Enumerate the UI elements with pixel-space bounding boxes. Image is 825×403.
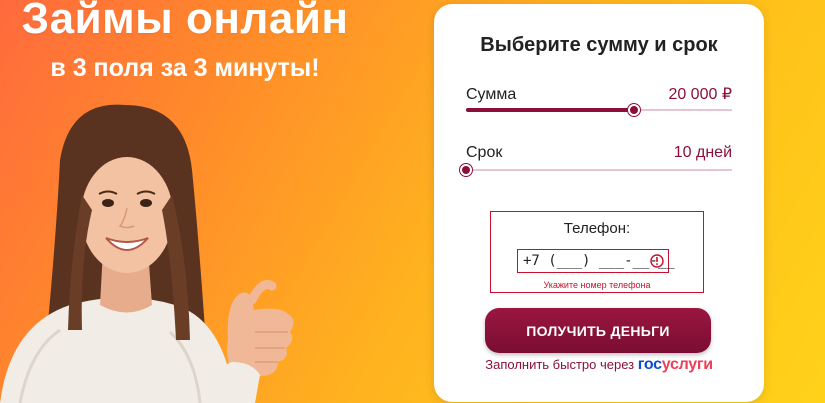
amount-value: 20 000 ₽ [668, 86, 732, 103]
gosuslugi-prefix: Заполнить быстро через [485, 357, 635, 372]
phone-label: Телефон: [563, 220, 631, 237]
term-slider-thumb[interactable] [460, 164, 472, 176]
phone-input[interactable]: +7 (___) ___-__-__ [517, 249, 675, 273]
amount-label: Сумма [466, 86, 517, 103]
term-label: Срок [466, 144, 503, 161]
gosuslugi-link[interactable]: Заполнить быстро через госуслуги [434, 356, 764, 374]
amount-slider[interactable] [466, 103, 732, 117]
person-image [0, 104, 294, 403]
term-row: Срок 10 дней [466, 144, 732, 162]
term-value: 10 дней [673, 144, 732, 161]
phone-field-group: Телефон: +7 (___) ___-__-__ Укажите номе… [490, 211, 704, 293]
get-money-button[interactable]: ПОЛУЧИТЬ ДЕНЬГИ [485, 308, 711, 353]
amount-slider-thumb[interactable] [627, 104, 640, 116]
hero-subtitle: в 3 поля за 3 минуты! [50, 54, 320, 82]
phone-error-text: Укажите номер телефона [543, 280, 651, 290]
gosuslugi-logo: госуслуги [637, 356, 713, 373]
error-circle-icon [650, 254, 664, 268]
form-title: Выберите сумму и срок [480, 34, 718, 56]
term-slider[interactable] [460, 163, 732, 177]
term-slider-track[interactable] [466, 169, 732, 171]
amount-slider-fill [466, 108, 634, 112]
loan-form-card: Выберите сумму и срок Сумма 20 000 ₽ Сро… [434, 4, 764, 402]
amount-row: Сумма 20 000 ₽ [466, 84, 732, 104]
hero-title: Займы онлайн [21, 0, 349, 43]
